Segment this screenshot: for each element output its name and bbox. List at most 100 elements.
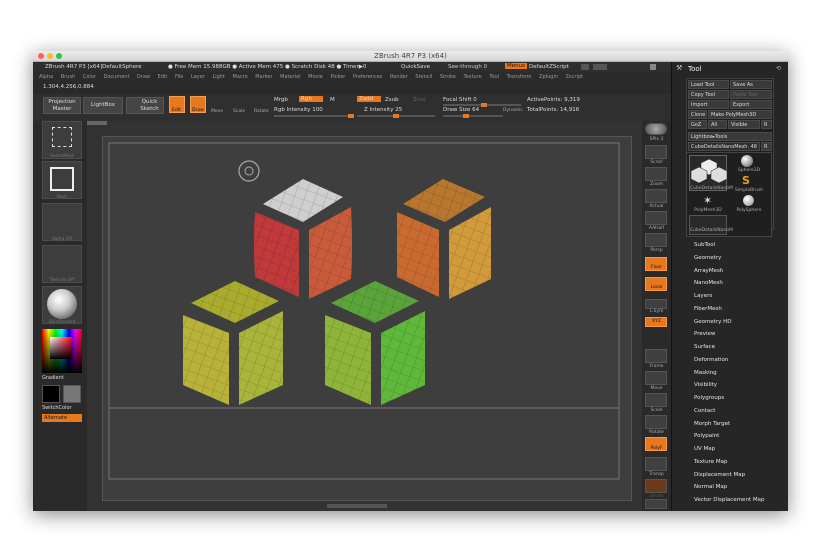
subpalette-contact[interactable]: Contact <box>694 408 715 414</box>
default-zscript-button[interactable]: DefaultZScript <box>529 64 569 70</box>
gradient-label[interactable]: Gradient <box>42 375 82 381</box>
scroll-button[interactable] <box>645 145 667 159</box>
stroke-selector[interactable] <box>42 161 82 199</box>
menu-layer[interactable]: Layer <box>191 74 205 80</box>
bottom-scroll-handle[interactable] <box>327 504 387 508</box>
goz-button[interactable]: GoZ <box>688 120 707 129</box>
layout-icon[interactable] <box>581 64 589 70</box>
lsym-button[interactable] <box>645 299 667 309</box>
r-button[interactable]: R <box>761 120 772 129</box>
clone-button[interactable]: Clone <box>688 110 707 119</box>
cube-yellow[interactable] <box>183 281 283 405</box>
see-through-slider[interactable]: See-through 0 <box>448 64 487 70</box>
aahalf-button[interactable] <box>645 211 667 225</box>
menu-transform[interactable]: Transform <box>507 74 532 80</box>
polysphere-tool-icon[interactable] <box>743 195 754 206</box>
menu-texture[interactable]: Texture <box>463 74 481 80</box>
menu-file[interactable]: File <box>175 74 183 80</box>
color-picker[interactable] <box>42 329 82 373</box>
subpalette-uv-map[interactable]: UV Map <box>694 446 715 452</box>
move-view-button[interactable] <box>645 371 667 385</box>
polymesh3d-tool-icon[interactable]: ✶ <box>703 195 715 207</box>
zcut-button[interactable]: Zcut <box>413 97 425 103</box>
visible-button[interactable]: Visible <box>728 120 760 129</box>
load-tool-button[interactable]: Load Tool <box>688 80 729 89</box>
actual-button[interactable] <box>645 189 667 203</box>
palette-close-icon[interactable]: ⟲ <box>776 65 781 72</box>
move-icon[interactable] <box>211 96 225 110</box>
menu-picker[interactable]: Picker <box>330 74 345 80</box>
import-button[interactable]: Import <box>688 100 729 109</box>
z-intensity-slider[interactable]: Z Intensity 25 <box>364 107 402 113</box>
palette-icon[interactable] <box>593 64 607 70</box>
subpalette-normal-map[interactable]: Normal Map <box>694 484 727 490</box>
save-as-button[interactable]: Save As <box>730 80 772 89</box>
solo-button[interactable] <box>645 499 667 509</box>
main-color-swatch[interactable] <box>42 385 60 403</box>
ghost-button[interactable] <box>645 479 667 493</box>
draw-size-track[interactable] <box>443 114 503 118</box>
current-tool-slider[interactable]: CubeDetailsNanoMesh. 48 <box>688 142 760 151</box>
menu-movie[interactable]: Movie <box>308 74 323 80</box>
secondary-color-swatch[interactable] <box>63 385 81 403</box>
menu-draw[interactable]: Draw <box>137 74 150 80</box>
current-tool-r-button[interactable]: R <box>761 142 772 151</box>
menu-preferences[interactable]: Preferences <box>353 74 382 80</box>
subpalette-geometry-hd[interactable]: Geometry HD <box>694 319 732 325</box>
cube-white-red[interactable] <box>254 179 352 299</box>
scale-icon[interactable] <box>233 96 247 110</box>
alternate-button[interactable]: Alternate <box>42 414 82 422</box>
transp-button[interactable] <box>645 457 667 471</box>
rgb-button[interactable]: Rgb <box>299 96 323 102</box>
scale-view-button[interactable] <box>645 393 667 407</box>
export-button[interactable]: Export <box>730 100 772 109</box>
tool-thumb-cubedetails-2[interactable]: CubeDetailsNanoM <box>689 215 733 235</box>
mrgb-button[interactable]: Mrgb <box>274 97 288 103</box>
menu-macro[interactable]: Macro <box>233 74 248 80</box>
subpalette-morph-target[interactable]: Morph Target <box>694 421 730 427</box>
menu-zscript[interactable]: Zscript <box>566 74 583 80</box>
subpalette-polygroups[interactable]: Polygroups <box>694 395 724 401</box>
canvas-area[interactable] <box>87 121 642 511</box>
subpalette-vector-displacement-map[interactable]: Vector Displacement Map <box>694 497 764 503</box>
menu-edit[interactable]: Edit <box>158 74 168 80</box>
subpalette-layers[interactable]: Layers <box>694 293 712 299</box>
cube-green[interactable] <box>325 281 425 405</box>
rgb-intensity-track[interactable] <box>274 114 354 118</box>
all-button[interactable]: All <box>708 120 727 129</box>
lightbox-button[interactable]: LightBox <box>83 97 123 114</box>
menu-stroke[interactable]: Stroke <box>440 74 456 80</box>
sphere3d-tool-icon[interactable] <box>741 155 753 167</box>
subpalette-surface[interactable]: Surface <box>694 344 715 350</box>
lock-icon[interactable] <box>650 64 656 70</box>
menu-render[interactable]: Render <box>390 74 408 80</box>
menus-button[interactable]: Menus <box>505 63 527 69</box>
dynamic-button[interactable]: Dynamic <box>503 108 523 113</box>
cube-orange[interactable] <box>397 179 491 299</box>
subpalette-fibermesh[interactable]: FiberMesh <box>694 306 722 312</box>
subpalette-texture-map[interactable]: Texture Map <box>694 459 728 465</box>
rgb-intensity-slider[interactable]: Rgb Intensity 100 <box>274 107 323 113</box>
lightbox-tools-button[interactable]: Lightbox▸Tools <box>688 132 772 141</box>
frame-button[interactable] <box>645 349 667 363</box>
quick-sketch-button[interactable]: Quick Sketch <box>126 97 164 114</box>
focal-shift-slider[interactable]: Focal Shift 0 <box>443 97 477 103</box>
menu-material[interactable]: Material <box>280 74 300 80</box>
menu-zplugin[interactable]: Zplugin <box>539 74 558 80</box>
material-selector[interactable] <box>42 286 82 324</box>
subpalette-visibility[interactable]: Visibility <box>694 382 717 388</box>
zsub-button[interactable]: Zsub <box>385 97 399 103</box>
subpalette-preview[interactable]: Preview <box>694 331 715 337</box>
subpalette-geometry[interactable]: Geometry <box>694 255 721 261</box>
z-intensity-track[interactable] <box>357 114 435 118</box>
rotate-icon[interactable] <box>255 96 269 110</box>
subpalette-nanomesh[interactable]: NanoMesh <box>694 280 723 286</box>
model-viewport[interactable] <box>103 137 633 502</box>
zadd-button[interactable]: Zadd <box>357 96 381 102</box>
menu-marker[interactable]: Marker <box>255 74 272 80</box>
menu-document[interactable]: Document <box>104 74 130 80</box>
quicksave-button[interactable]: QuickSave <box>401 64 430 70</box>
draw-size-slider[interactable]: Draw Size 64 <box>443 107 479 113</box>
persp-button[interactable] <box>645 233 667 247</box>
tool-thumb-cubedetails[interactable]: CubeDetailsNanoM <box>689 155 733 191</box>
